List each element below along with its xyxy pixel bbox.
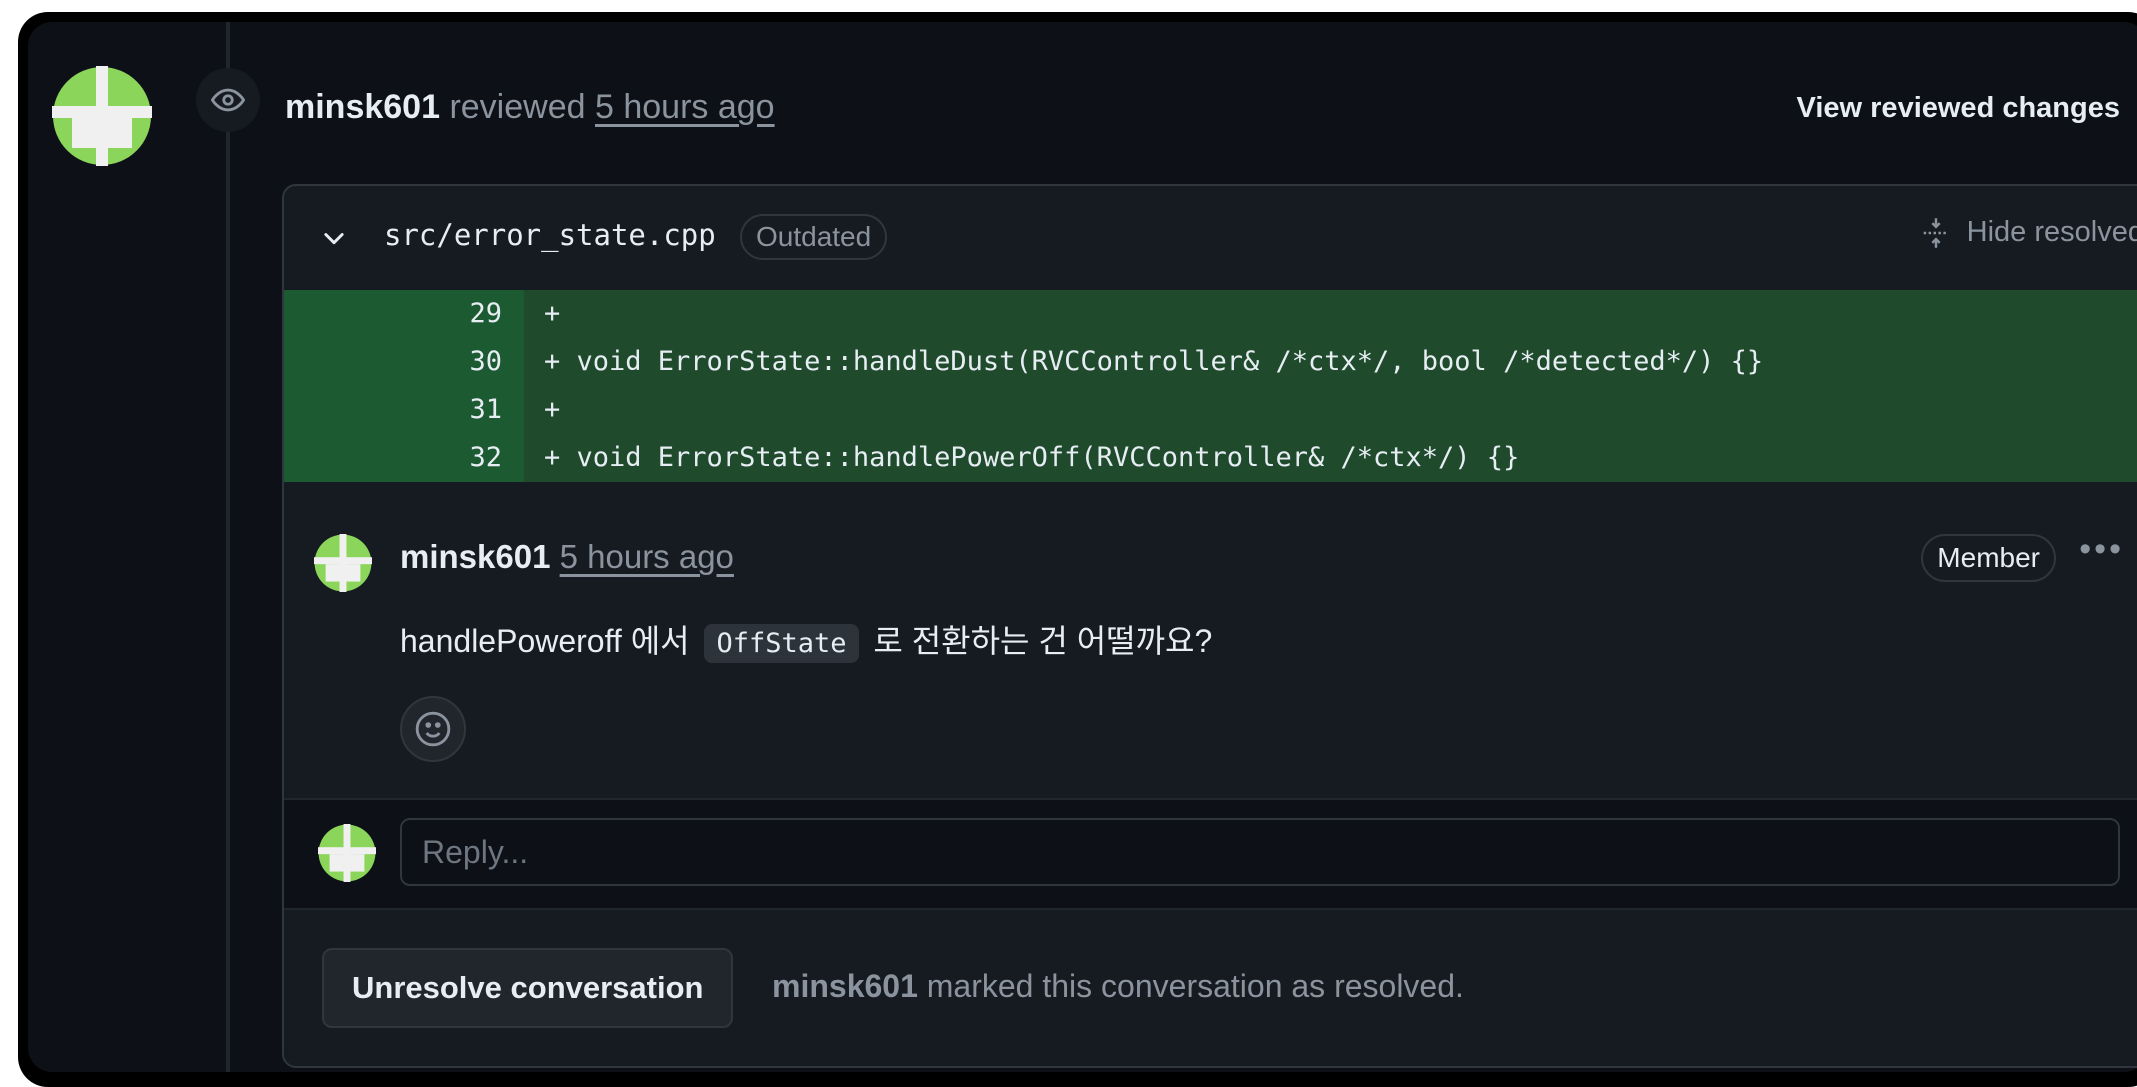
review-time-link[interactable]: 5 hours ago <box>595 88 775 126</box>
hide-resolved-label: Hide resolved <box>1966 216 2137 248</box>
view-reviewed-changes-link[interactable]: View reviewed changes <box>1797 92 2120 125</box>
commenter-avatar[interactable] <box>314 534 372 592</box>
identicon-image <box>318 824 376 882</box>
timeline-line <box>226 22 230 1072</box>
review-header: minsk601 reviewed 5 hours ago <box>285 88 775 127</box>
review-author-link[interactable]: minsk601 <box>285 88 440 126</box>
reviewer-avatar[interactable] <box>52 66 152 166</box>
diff-line: 31 + <box>284 386 2137 434</box>
review-thread-card: src/error_state.cpp Outdated Hide resolv… <box>282 184 2137 1068</box>
comment-time-link[interactable]: 5 hours ago <box>560 538 734 575</box>
diff-line: 30 + void ErrorState::handleDust(RVCCont… <box>284 338 2137 386</box>
line-content: + void ErrorState::handleDust(RVCControl… <box>544 346 1764 377</box>
comment-text-after: 로 전환하는 건 어떨까요? <box>873 623 1213 659</box>
review-panel: minsk601 reviewed 5 hours ago View revie… <box>28 22 2137 1072</box>
identicon-image <box>314 534 372 592</box>
line-number[interactable]: 30 <box>284 338 524 386</box>
resolver-author-link[interactable]: minsk601 <box>772 968 918 1004</box>
add-reaction-button[interactable] <box>400 696 466 762</box>
review-comment: minsk601 5 hours ago Member ••• handlePo… <box>284 482 2137 798</box>
smiley-icon <box>415 711 451 747</box>
line-number[interactable]: 29 <box>284 290 524 338</box>
unresolve-conversation-button[interactable]: Unresolve conversation <box>322 948 734 1028</box>
comment-body: handlePoweroff 에서 OffState 로 전환하는 건 어떨까요… <box>400 616 1213 663</box>
reply-input[interactable] <box>400 818 2120 886</box>
line-number[interactable]: 32 <box>284 434 524 482</box>
diff-code-block: 29 + 30 + void ErrorState::handleDust(RV… <box>284 290 2137 482</box>
line-content: + <box>544 298 561 329</box>
chevron-down-icon[interactable] <box>320 224 348 252</box>
resolved-status: minsk601 marked this conversation as res… <box>772 968 1464 1005</box>
diff-line: 29 + <box>284 290 2137 338</box>
eye-icon <box>196 68 260 132</box>
reply-area <box>284 798 2137 910</box>
outdated-badge: Outdated <box>740 214 888 260</box>
line-content: + void ErrorState::handlePowerOff(RVCCon… <box>544 442 1520 473</box>
file-path[interactable]: src/error_state.cpp <box>384 218 716 252</box>
fold-icon <box>1923 217 1948 248</box>
resolved-message: marked this conversation as resolved. <box>926 968 1464 1004</box>
comment-text-before: handlePoweroff 에서 <box>400 623 690 659</box>
identicon-image <box>52 66 152 166</box>
hide-resolved-button[interactable]: Hide resolved <box>1921 216 2137 249</box>
comment-header: minsk601 5 hours ago <box>400 538 734 576</box>
line-number[interactable]: 31 <box>284 386 524 434</box>
comment-author-link[interactable]: minsk601 <box>400 538 550 575</box>
current-user-avatar <box>318 824 376 882</box>
kebab-icon[interactable]: ••• <box>2079 530 2124 569</box>
line-content: + <box>544 394 561 425</box>
member-badge: Member <box>1921 534 2056 582</box>
review-action: reviewed <box>449 88 586 126</box>
resolution-bar: Unresolve conversation minsk601 marked t… <box>284 908 2137 1066</box>
diff-line: 32 + void ErrorState::handlePowerOff(RVC… <box>284 434 2137 482</box>
file-header: src/error_state.cpp Outdated Hide resolv… <box>284 186 2137 290</box>
inline-code: OffState <box>704 624 859 663</box>
